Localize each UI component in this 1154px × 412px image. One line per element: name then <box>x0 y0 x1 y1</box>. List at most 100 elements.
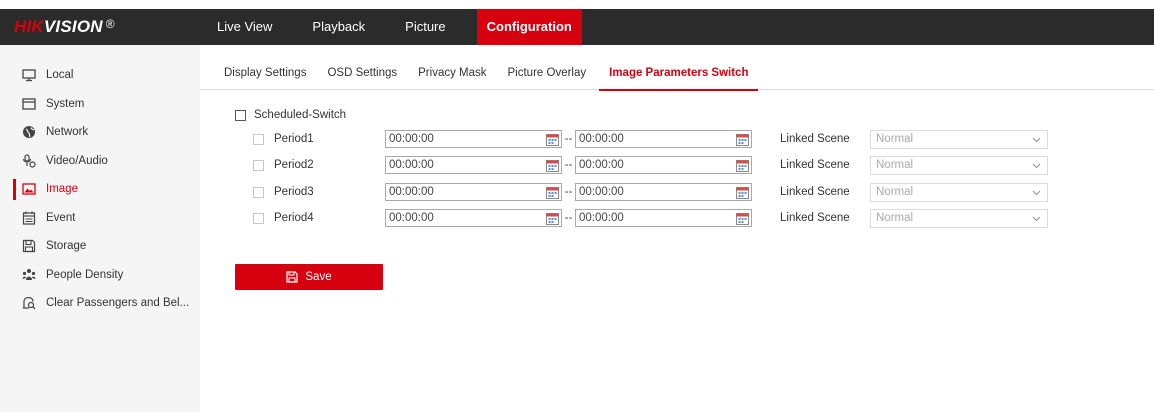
calendar-icon[interactable] <box>546 212 559 225</box>
main-nav: Live View Playback Picture Configuration <box>208 9 604 45</box>
save-button-label: Save <box>305 271 332 283</box>
sidebar-item-label: People Density <box>46 268 124 281</box>
period1-end-time-input[interactable]: 00:00:00 <box>575 130 752 148</box>
sidebar-item-system[interactable]: System <box>0 90 200 119</box>
period3-end-value: 00:00:00 <box>579 186 624 198</box>
period3-scene-select[interactable]: Normal <box>870 182 1048 202</box>
period4-scene-value: Normal <box>876 212 914 224</box>
period2-end-value: 00:00:00 <box>579 159 624 171</box>
chevron-down-icon <box>1032 214 1041 223</box>
time-separator: -- <box>564 212 573 224</box>
linked-scene-label: Linked Scene <box>780 159 850 171</box>
sub-tabs: Display Settings OSD Settings Privacy Ma… <box>200 45 1154 91</box>
globe-icon <box>22 125 36 139</box>
period3-start-value: 00:00:00 <box>389 186 434 198</box>
scheduled-switch-row: Scheduled-Switch <box>235 109 346 121</box>
tab-privacy-mask[interactable]: Privacy Mask <box>418 45 486 90</box>
calendar-icon[interactable] <box>736 133 749 146</box>
save-icon <box>286 271 298 283</box>
period3-label: Period3 <box>274 186 314 198</box>
period4-label: Period4 <box>274 212 314 224</box>
time-separator: -- <box>564 159 573 171</box>
sidebar-item-image[interactable]: Image <box>0 175 200 204</box>
sidebar-item-video-audio[interactable]: Video/Audio <box>0 147 200 176</box>
sidebar-item-label: Clear Passengers and Bel... <box>46 297 190 310</box>
people-icon <box>22 268 36 282</box>
tab-display-settings[interactable]: Display Settings <box>224 45 306 90</box>
time-separator: -- <box>564 186 573 198</box>
period1-end-value: 00:00:00 <box>579 133 624 145</box>
sidebar-item-clear-passengers[interactable]: Clear Passengers and Bel... <box>0 289 200 318</box>
search-bell-icon <box>22 296 36 310</box>
period3-end-time-input[interactable]: 00:00:00 <box>575 183 752 201</box>
period3-checkbox[interactable] <box>253 186 264 198</box>
sidebar-item-label: Network <box>46 126 89 139</box>
system-icon <box>22 97 36 111</box>
calendar-icon[interactable] <box>736 212 749 225</box>
period-label-group: Period3 <box>253 186 385 198</box>
period3-start-time-input[interactable]: 00:00:00 <box>385 183 562 201</box>
period4-end-time-input[interactable]: 00:00:00 <box>575 209 752 227</box>
logo-vision: VISION <box>43 17 103 36</box>
tab-picture-overlay[interactable]: Picture Overlay <box>508 45 587 90</box>
sidebar-item-people-density[interactable]: People Density <box>0 261 200 290</box>
period-label-group: Period1 <box>253 133 385 145</box>
nav-picture[interactable]: Picture <box>396 9 454 45</box>
period3-scene-value: Normal <box>876 186 914 198</box>
sidebar-item-label: Event <box>46 211 76 224</box>
main-content: Display Settings OSD Settings Privacy Ma… <box>200 45 1154 412</box>
period-row: Period3 00:00:00 -- 00:00:00 Linked Scen… <box>253 182 1048 202</box>
hikvision-logo: HIK VISION ® <box>0 9 200 45</box>
scheduled-switch-checkbox[interactable] <box>235 109 246 121</box>
calendar-icon[interactable] <box>736 186 749 199</box>
period1-label: Period1 <box>274 133 314 145</box>
image-icon <box>22 182 36 196</box>
chevron-down-icon <box>1032 135 1041 144</box>
period2-start-time-input[interactable]: 00:00:00 <box>385 156 562 174</box>
chevron-down-icon <box>1032 188 1041 197</box>
calendar-icon[interactable] <box>546 133 559 146</box>
sidebar-item-local[interactable]: Local <box>0 61 200 90</box>
period1-start-time-input[interactable]: 00:00:00 <box>385 130 562 148</box>
calendar-icon[interactable] <box>546 186 559 199</box>
logo-registered-mark: ® <box>105 17 115 31</box>
period1-scene-value: Normal <box>876 133 914 145</box>
sidebar-item-event[interactable]: Event <box>0 204 200 233</box>
period2-scene-value: Normal <box>876 159 914 171</box>
period1-scene-select[interactable]: Normal <box>870 129 1048 149</box>
calendar-icon[interactable] <box>546 159 559 172</box>
storage-icon <box>22 239 36 253</box>
period2-scene-select[interactable]: Normal <box>870 155 1048 175</box>
sidebar-item-label: Image <box>46 183 78 196</box>
sidebar-item-label: Video/Audio <box>46 154 108 167</box>
chevron-down-icon <box>1032 161 1041 170</box>
sidebar-item-label: System <box>46 97 85 110</box>
video-audio-icon <box>22 154 36 168</box>
nav-configuration[interactable]: Configuration <box>476 9 582 45</box>
nav-live-view[interactable]: Live View <box>208 9 281 45</box>
nav-playback[interactable]: Playback <box>303 9 374 45</box>
calendar-icon[interactable] <box>736 159 749 172</box>
period-row: Period1 00:00:00 -- 00:00:00 Linked Scen… <box>253 129 1048 149</box>
period4-checkbox[interactable] <box>253 212 264 224</box>
period2-end-time-input[interactable]: 00:00:00 <box>575 156 752 174</box>
tab-image-parameters-switch[interactable]: Image Parameters Switch <box>599 45 759 91</box>
period2-checkbox[interactable] <box>253 159 264 171</box>
period4-scene-select[interactable]: Normal <box>870 208 1048 228</box>
time-separator: -- <box>564 133 573 145</box>
period-row: Period4 00:00:00 -- 00:00:00 Linked Scen… <box>253 208 1048 228</box>
top-navigation-bar: HIK VISION ® Live View Playback Picture Co… <box>0 9 1154 45</box>
save-button[interactable]: Save <box>235 264 383 290</box>
scheduled-switch-label: Scheduled-Switch <box>254 109 347 121</box>
linked-scene-label: Linked Scene <box>780 133 850 145</box>
sidebar-item-label: Storage <box>46 240 87 253</box>
logo-hik: HIK <box>14 17 44 36</box>
sidebar-item-network[interactable]: Network <box>0 118 200 147</box>
period-label-group: Period4 <box>253 212 385 224</box>
tab-osd-settings[interactable]: OSD Settings <box>327 45 397 90</box>
sidebar-item-storage[interactable]: Storage <box>0 232 200 261</box>
sidebar-item-label: Local <box>46 69 74 82</box>
period1-checkbox[interactable] <box>253 133 264 145</box>
calendar-icon <box>22 211 36 225</box>
period4-start-time-input[interactable]: 00:00:00 <box>385 209 562 227</box>
